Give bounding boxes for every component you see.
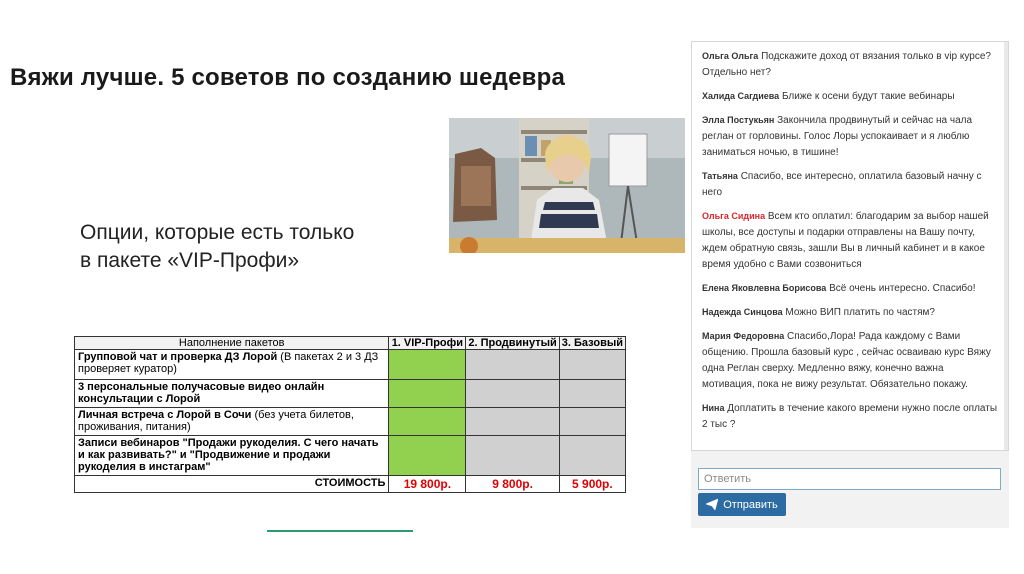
video-feed[interactable] xyxy=(449,118,685,253)
table-row: Личная встреча с Лорой в Сочи (без учета… xyxy=(73,407,627,436)
chat-author: Мария Федоровна xyxy=(702,331,785,341)
cell-excluded xyxy=(558,435,627,476)
chat-message: Татьяна Спасибо, все интересно, оплатила… xyxy=(692,168,1008,201)
chat-text: Ближе к осени будут такие вебинары xyxy=(781,91,955,102)
slide-title: Вяжи лучше. 5 советов по созданию шедевр… xyxy=(10,64,566,91)
package-comparison-table: Наполнение пакетов 1. VIP-Профи 2. Продв… xyxy=(73,336,627,493)
price-row: СТОИМОСТЬ 19 800р. 9 800р. 5 900р. xyxy=(73,475,627,493)
subtitle-line-1: Опции, которые есть только xyxy=(80,221,355,244)
chat-text: Можно ВИП платить по частям? xyxy=(785,307,935,318)
subtitle-line-2: в пакете «VIP-Профи» xyxy=(80,249,300,272)
decorative-underline xyxy=(267,530,413,532)
table-row: Записи вебинаров "Продажи рукоделия. С ч… xyxy=(73,435,627,476)
chat-author: Нина xyxy=(702,403,725,413)
send-button[interactable]: Отправить xyxy=(698,493,786,516)
table-row: Групповой чат и проверка ДЗ Лорой (В пак… xyxy=(73,349,627,380)
chat-message-list[interactable]: Ольга Ольга Подскажите доход от вязания … xyxy=(691,41,1009,451)
row-label: Записи вебинаров "Продажи рукоделия. С ч… xyxy=(73,435,390,476)
header-advanced: 2. Продвинутый xyxy=(465,336,560,350)
chat-text: Всё очень интересно. Спасибо! xyxy=(829,283,976,294)
chat-message: Мария Федоровна Спасибо,Лора! Рада каждо… xyxy=(692,328,1008,393)
table-header-row: Наполнение пакетов 1. VIP-Профи 2. Продв… xyxy=(73,336,627,350)
header-vip: 1. VIP-Профи xyxy=(388,336,467,350)
cell-excluded xyxy=(558,407,627,436)
chat-message: Халида Сагдиева Ближе к осени будут таки… xyxy=(692,88,1008,105)
cell-excluded xyxy=(465,435,560,476)
cell-included xyxy=(388,435,467,476)
slide-subtitle: Опции, которые есть только в пакете «VIP… xyxy=(80,219,354,275)
chat-author: Халида Сагдиева xyxy=(702,91,780,101)
cell-excluded xyxy=(465,349,560,380)
send-button-label: Отправить xyxy=(723,498,778,511)
cell-excluded xyxy=(558,349,627,380)
cell-excluded xyxy=(465,379,560,408)
chat-author: Елена Яковлевна Борисова xyxy=(702,283,827,293)
chat-message: Нина Доплатить в течение какого времени … xyxy=(692,400,1008,433)
chat-message: Ольга Сидина Всем кто оплатил: благодари… xyxy=(692,208,1008,273)
header-contents: Наполнение пакетов xyxy=(73,336,390,350)
table-row: 3 персональные получасовые видео онлайн … xyxy=(73,379,627,408)
row-label: 3 персональные получасовые видео онлайн … xyxy=(73,379,390,408)
price-advanced: 9 800р. xyxy=(465,475,560,493)
chat-message: Елена Яковлевна Борисова Всё очень интер… xyxy=(692,280,1008,297)
row-label: Личная встреча с Лорой в Сочи (без учета… xyxy=(73,407,390,436)
chat-message: Ольга Ольга Подскажите доход от вязания … xyxy=(692,48,1008,81)
cell-included xyxy=(388,349,467,380)
price-label: СТОИМОСТЬ xyxy=(73,475,390,493)
chat-author: Элла Постукьян xyxy=(702,115,775,125)
chat-scrollbar[interactable] xyxy=(1004,42,1008,450)
price-basic: 5 900р. xyxy=(558,475,627,493)
price-vip: 19 800р. xyxy=(388,475,467,493)
chat-message: Элла Постукьян Закончила продвинутый и с… xyxy=(692,112,1008,161)
reply-input[interactable]: Ответить xyxy=(698,468,1001,490)
chat-author: Ольга Сидина xyxy=(702,211,766,221)
chat-text: Доплатить в течение какого времени нужно… xyxy=(702,403,998,430)
chat-author: Надежда Синцова xyxy=(702,307,783,317)
chat-author: Ольга Ольга xyxy=(702,51,759,61)
chat-panel: Ольга Ольга Подскажите доход от вязания … xyxy=(691,41,1009,528)
row-label: Групповой чат и проверка ДЗ Лорой (В пак… xyxy=(73,349,390,380)
chat-message: Надежда Синцова Можно ВИП платить по час… xyxy=(692,304,1008,321)
cell-excluded xyxy=(465,407,560,436)
cell-included xyxy=(388,379,467,408)
paper-plane-icon xyxy=(706,499,719,510)
header-basic: 3. Базовый xyxy=(558,336,627,350)
video-frame-image xyxy=(449,118,685,253)
chat-text: Спасибо, все интересно, оплатила базовый… xyxy=(702,171,982,198)
cell-excluded xyxy=(558,379,627,408)
cell-included xyxy=(388,407,467,436)
chat-author: Татьяна xyxy=(702,171,738,181)
